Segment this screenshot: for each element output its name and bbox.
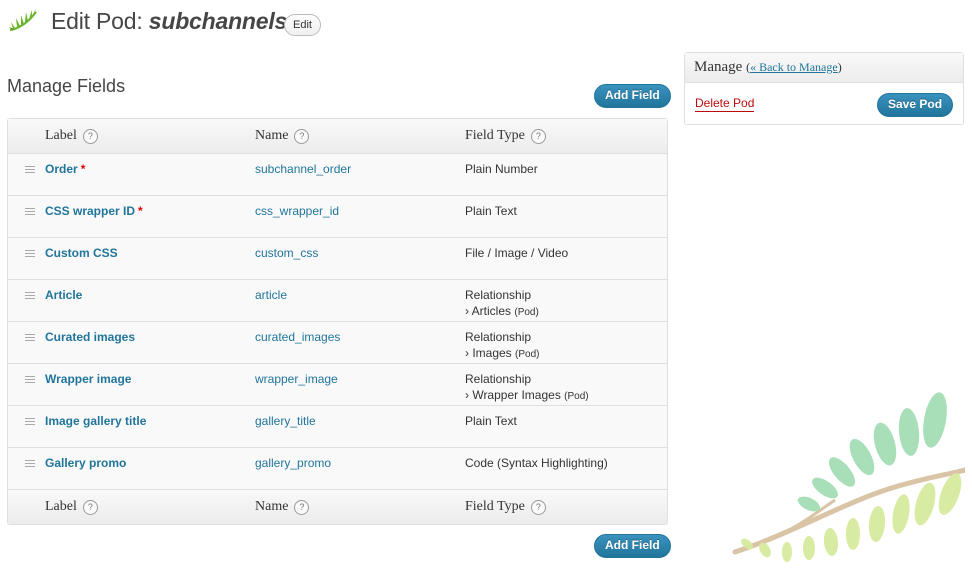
manage-title: Manage bbox=[694, 59, 743, 75]
field-label-link[interactable]: Wrapper image bbox=[45, 372, 131, 386]
field-name: gallery_title bbox=[255, 414, 316, 428]
field-row: Order * subchannel_order Plain Number bbox=[8, 154, 667, 196]
field-name: css_wrapper_id bbox=[255, 204, 340, 218]
header-name: Name? bbox=[255, 119, 465, 154]
field-type: Relationship bbox=[465, 372, 532, 386]
add-field-button-bottom[interactable]: Add Field bbox=[594, 534, 671, 558]
help-icon[interactable]: ? bbox=[530, 499, 546, 515]
footer-name: Name? bbox=[255, 489, 465, 524]
drag-handle-icon[interactable] bbox=[25, 292, 35, 299]
manage-box: Manage (« Back to Manage) Delete Pod Sav… bbox=[684, 52, 964, 125]
help-icon[interactable]: ? bbox=[82, 128, 98, 144]
help-icon[interactable]: ? bbox=[294, 128, 310, 144]
add-field-button-top[interactable]: Add Field bbox=[594, 84, 671, 108]
save-pod-button[interactable]: Save Pod bbox=[877, 93, 954, 117]
help-icon[interactable]: ? bbox=[294, 499, 310, 515]
field-label-link[interactable]: Custom CSS bbox=[45, 246, 118, 260]
name-column-title: Name bbox=[255, 499, 289, 514]
drag-handle-icon[interactable] bbox=[25, 208, 35, 215]
table-header-row: Label? Name? Field Type? bbox=[8, 119, 667, 154]
related-pod: › Articles bbox=[465, 304, 512, 318]
manage-box-header: Manage (« Back to Manage) bbox=[685, 53, 963, 83]
label-column-title: Label bbox=[45, 499, 77, 514]
field-row: Custom CSS custom_css File / Image / Vid… bbox=[8, 238, 667, 280]
fields-table-body: Order * subchannel_order Plain Number CSS… bbox=[8, 154, 667, 489]
field-row: Curated images curated_images Relationsh… bbox=[8, 322, 667, 364]
field-row: CSS wrapper ID * css_wrapper_id Plain Tex… bbox=[8, 196, 667, 238]
header-label: Label? bbox=[45, 119, 255, 154]
name-column-title: Name bbox=[255, 128, 289, 143]
field-label-link[interactable]: Article bbox=[45, 288, 82, 302]
field-label-link[interactable]: Image gallery title bbox=[45, 414, 146, 428]
related-kind: (Pod) bbox=[515, 349, 540, 360]
field-label-link[interactable]: Order bbox=[45, 162, 78, 176]
field-name: gallery_promo bbox=[255, 456, 332, 470]
drag-handle-icon[interactable] bbox=[25, 376, 35, 383]
footer-label: Label? bbox=[45, 489, 255, 524]
header-handle-cell bbox=[8, 119, 45, 154]
section-title: Manage Fields bbox=[7, 76, 126, 96]
delete-pod-link[interactable]: Delete Pod bbox=[695, 96, 755, 112]
field-name: custom_css bbox=[255, 246, 319, 260]
field-type: Plain Text bbox=[465, 204, 517, 218]
field-label-link[interactable]: Curated images bbox=[45, 330, 135, 344]
field-type: Code (Syntax Highlighting) bbox=[465, 456, 608, 470]
table-footer-row: Label? Name? Field Type? bbox=[8, 489, 667, 524]
field-label-link[interactable]: Gallery promo bbox=[45, 456, 126, 470]
page-title: Edit Pod: subchannels bbox=[51, 8, 287, 35]
field-name: article bbox=[255, 288, 288, 302]
field-type: Relationship bbox=[465, 288, 532, 302]
edit-pod-button[interactable]: Edit bbox=[284, 14, 321, 36]
field-name: wrapper_image bbox=[255, 372, 338, 386]
drag-handle-icon[interactable] bbox=[25, 460, 35, 467]
pod-name: subchannels bbox=[148, 8, 288, 34]
help-icon[interactable]: ? bbox=[82, 499, 98, 515]
field-name: curated_images bbox=[255, 330, 341, 344]
field-row: Image gallery title gallery_title Plain … bbox=[8, 406, 667, 448]
related-kind: (Pod) bbox=[514, 307, 539, 318]
type-column-title: Field Type bbox=[465, 499, 525, 514]
footer-handle-cell bbox=[8, 489, 45, 524]
field-label-link[interactable]: CSS wrapper ID bbox=[45, 204, 135, 218]
field-type: File / Image / Video bbox=[465, 246, 569, 260]
back-link-wrapper: (« Back to Manage) bbox=[746, 60, 842, 74]
back-to-manage-link[interactable]: « Back to Manage bbox=[750, 60, 838, 74]
field-row: Wrapper image wrapper_image Relationship… bbox=[8, 364, 667, 406]
drag-handle-icon[interactable] bbox=[25, 166, 35, 173]
header-type: Field Type? bbox=[465, 119, 667, 154]
drag-handle-icon[interactable] bbox=[25, 334, 35, 341]
field-type: Plain Number bbox=[465, 162, 538, 176]
fields-table: Label? Name? Field Type? Order * subchann… bbox=[7, 118, 668, 525]
drag-handle-icon[interactable] bbox=[25, 250, 35, 257]
field-type: Plain Text bbox=[465, 414, 517, 428]
field-row: Article article Relationship › Articles (… bbox=[8, 280, 667, 322]
drag-handle-icon[interactable] bbox=[25, 418, 35, 425]
related-pod: › Wrapper Images bbox=[465, 388, 561, 402]
related-pod: › Images bbox=[465, 346, 512, 360]
page-title-prefix: Edit Pod: bbox=[51, 8, 143, 34]
type-column-title: Field Type bbox=[465, 128, 525, 143]
field-name: subchannel_order bbox=[255, 162, 352, 176]
field-type: Relationship bbox=[465, 330, 532, 344]
required-marker: * bbox=[80, 162, 86, 176]
pods-logo-icon bbox=[9, 9, 37, 31]
required-marker: * bbox=[138, 204, 143, 218]
label-column-title: Label bbox=[45, 128, 77, 143]
leaf-branch-icon bbox=[732, 392, 965, 562]
related-kind: (Pod) bbox=[564, 391, 589, 402]
footer-type: Field Type? bbox=[465, 489, 667, 524]
field-row: Gallery promo gallery_promo Code (Syntax… bbox=[8, 448, 667, 489]
help-icon[interactable]: ? bbox=[530, 128, 546, 144]
